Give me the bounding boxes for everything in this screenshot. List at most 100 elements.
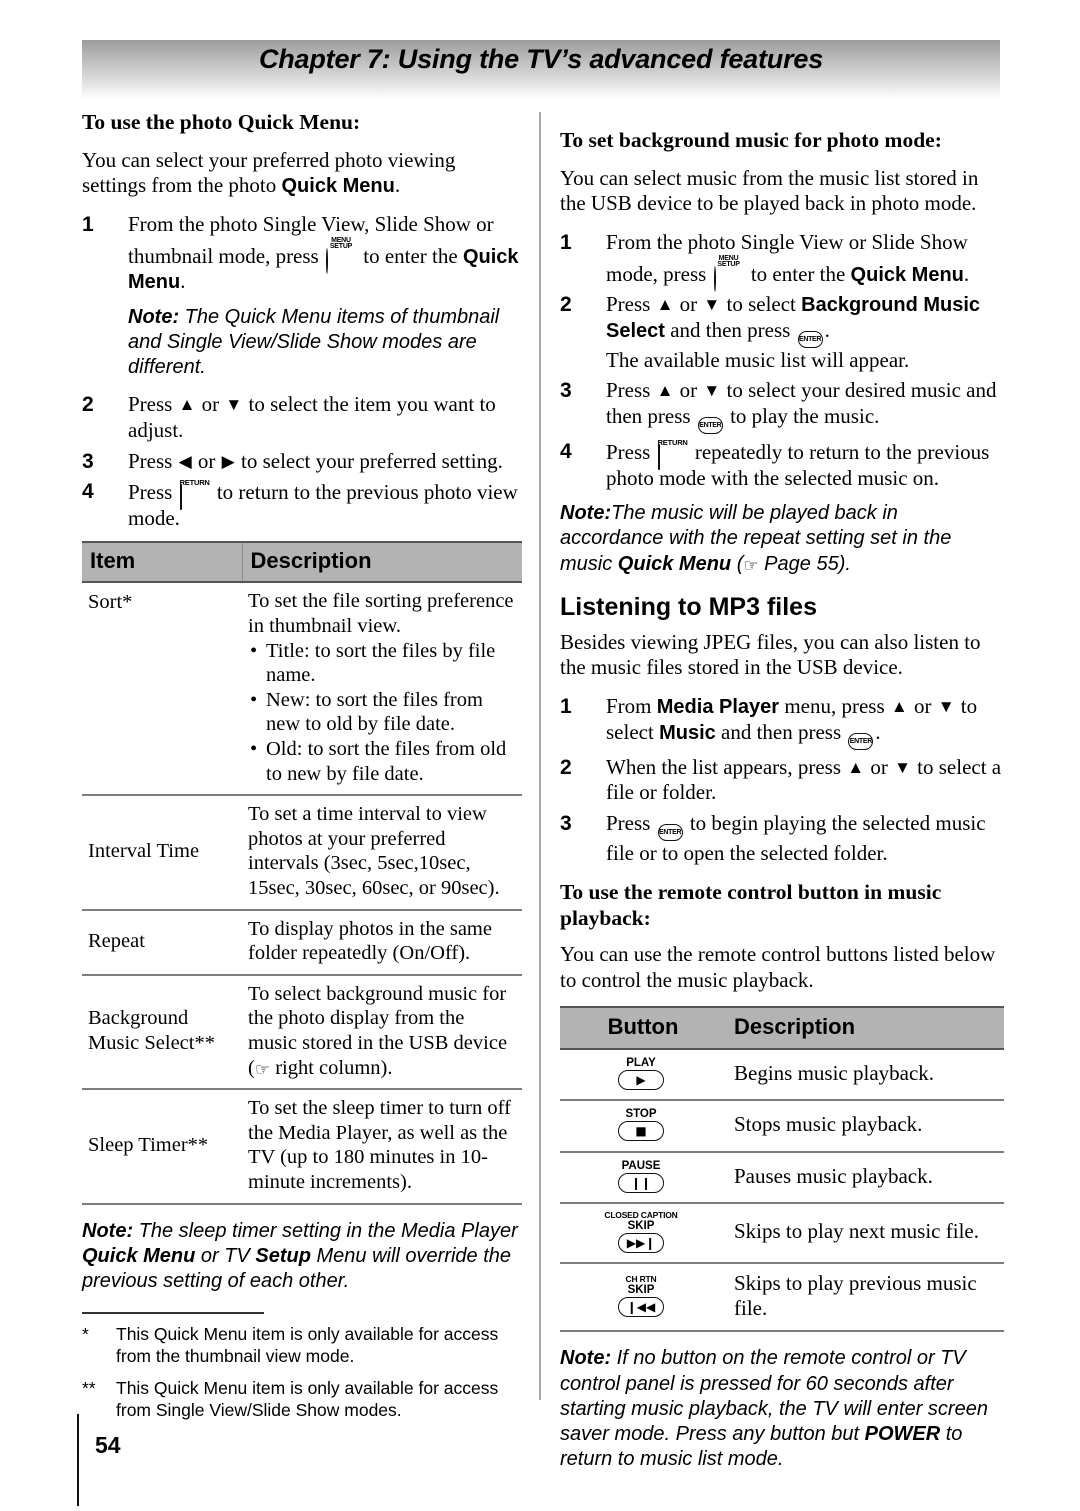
right-heading-remote-control: To use the remote control button in musi…	[560, 880, 942, 931]
footer-rule	[77, 1414, 79, 1506]
stop-button-icon: STOP ■	[618, 1108, 664, 1142]
step-text-3: .	[180, 269, 186, 294]
note-label: Note:	[560, 502, 612, 525]
sort-options-list: Title: to sort the files by file name. N…	[248, 639, 518, 787]
cell-description: To set a time interval to view photos at…	[242, 795, 522, 911]
button-secondary-label: CH RTN	[625, 1274, 657, 1285]
note-text-2: or TV	[195, 1244, 256, 1267]
page-number: 54	[95, 1432, 121, 1458]
step-number: 2	[560, 293, 572, 317]
step-bold-1: Media Player	[656, 696, 780, 719]
note-thumbnail-modes: Note: The Quick Menu items of thumbnail …	[128, 305, 522, 381]
step-number: 1	[560, 231, 572, 255]
arrow-up-icon: ▲	[890, 697, 908, 717]
note-screen-saver: Note: If no button on the remote control…	[560, 1346, 1004, 1472]
cell-description: Stops music playback.	[726, 1100, 1004, 1153]
step-item: 4 Press RETURN repeatedly to return to th…	[560, 439, 1004, 491]
step-number: 4	[82, 480, 94, 504]
table-row: PLAY ▶ Begins music playback.	[560, 1049, 1004, 1102]
table-row: Sleep Timer** To set the sleep timer to …	[82, 1089, 522, 1205]
note-bold-2: Setup	[255, 1244, 311, 1267]
footnote-single-asterisk: * This Quick Menu item is only available …	[82, 1323, 522, 1368]
note-label: Note:	[82, 1219, 134, 1242]
step-text-2: or	[674, 292, 703, 317]
cell-button: CLOSED CAPTION SKIP ▶▶❙	[560, 1202, 726, 1265]
button-secondary-label: CLOSED CAPTION	[604, 1209, 678, 1220]
step-text-2: to enter the	[357, 243, 463, 268]
step-text-3: or	[908, 694, 937, 719]
button-label: SKIP	[627, 1284, 655, 1297]
arrow-down-icon: ▼	[703, 381, 721, 401]
step-item: 1 From Media Player menu, press ▲ or ▼ to…	[560, 694, 1004, 750]
cell-button: CH RTN SKIP ❙◀◀	[560, 1263, 726, 1333]
menu-setup-icon: MENU SETUP	[713, 255, 744, 292]
step-number: 3	[82, 449, 94, 473]
list-item: Title: to sort the files by file name.	[248, 639, 518, 688]
arrow-up-icon: ▲	[178, 395, 196, 415]
footnote-divider	[82, 1312, 264, 1315]
cell-item: Sleep Timer**	[82, 1089, 242, 1205]
step-number: 2	[82, 393, 94, 417]
left-intro-paragraph: You can select your preferred photo view…	[82, 148, 522, 199]
step-item: 3 Press ENTER to begin playing the select…	[560, 811, 1004, 867]
step-text: Press	[606, 292, 656, 317]
step-item: 1 From the photo Single View, Slide Show …	[82, 212, 522, 380]
table-row: STOP ■ Stops music playback.	[560, 1100, 1004, 1153]
return-label: RETURN	[657, 438, 688, 448]
column-divider	[539, 112, 541, 1400]
step-number: 3	[560, 811, 572, 835]
step-item: 2 Press ▲ or ▼ to select the item you wan…	[82, 392, 522, 443]
right-intro-1: You can select music from the music list…	[560, 165, 979, 216]
step-text-3: .	[963, 261, 970, 286]
footnote-marker: **	[82, 1377, 96, 1398]
return-label: RETURN	[179, 478, 210, 488]
step-number: 1	[82, 213, 94, 237]
table-header-row: Item Description	[82, 541, 522, 584]
step-text: Press	[606, 440, 656, 465]
footnote-text: This Quick Menu item is only available f…	[116, 1324, 499, 1367]
pause-button-icon: PAUSE ❙❙	[618, 1160, 664, 1193]
step-item: 4 Press RETURN to return to the previous …	[82, 479, 522, 531]
table-row: CH RTN SKIP ❙◀◀ Skips to play previous m…	[560, 1263, 1004, 1333]
step-text-2: or	[865, 754, 894, 779]
skip-previous-button-icon: CH RTN SKIP ❙◀◀	[618, 1274, 664, 1318]
left-column: To use the photo Quick Menu: You can sel…	[82, 110, 522, 1431]
left-steps-list: 1 From the photo Single View, Slide Show …	[82, 212, 522, 531]
cell-description: Pauses music playback.	[726, 1151, 1004, 1204]
button-label: PAUSE	[621, 1159, 661, 1172]
return-button-icon: RETURN	[657, 438, 688, 471]
step-text: Press	[606, 810, 656, 835]
step-item: 2 Press ▲ or ▼ to select Background Music…	[560, 292, 1004, 373]
table-row: Repeat To display photos in the same fol…	[82, 909, 522, 976]
button-glyph: ■	[618, 1121, 664, 1142]
note-bold-1: Quick Menu	[617, 552, 732, 575]
menu-setup-icon: MENU SETUP	[325, 237, 356, 274]
step-text-6: .	[875, 719, 881, 744]
cell-button: PLAY ▶	[560, 1049, 726, 1102]
arrow-down-icon: ▼	[894, 757, 911, 777]
cell-description: To set the sleep timer to turn off the M…	[242, 1089, 522, 1205]
step-bold: Quick Menu	[850, 263, 964, 286]
button-label: SKIP	[627, 1219, 655, 1232]
step-text-3: to select	[721, 292, 802, 317]
note-bold-1: Quick Menu	[82, 1244, 196, 1267]
hand-pointer-icon: ☞	[743, 555, 759, 576]
button-glyph: ▶	[618, 1070, 664, 1091]
button-label: PLAY	[626, 1057, 656, 1070]
note-label: Note:	[128, 305, 180, 328]
manual-page: Chapter 7: Using the TV’s advanced featu…	[0, 0, 1080, 1511]
step-text-2: or	[674, 378, 703, 403]
step-item: 2 When the list appears, press ▲ or ▼ to …	[560, 755, 1004, 806]
step-text-4: to play the music.	[724, 404, 880, 429]
play-button-icon: PLAY ▶	[618, 1057, 664, 1091]
arrow-up-icon: ▲	[847, 757, 865, 777]
table-row: PAUSE ❙❙ Pauses music playback.	[560, 1151, 1004, 1204]
note-sleep-timer: Note: The sleep timer setting in the Med…	[82, 1219, 522, 1295]
enter-button-icon: ENTER	[657, 823, 683, 841]
table-row: Sort* To set the file sorting preference…	[82, 582, 522, 797]
table-header-row: Button Description	[560, 1006, 1004, 1051]
step-number: 1	[560, 695, 572, 719]
step-text: Press	[128, 480, 178, 505]
step-substep-text: The available music list will appear.	[606, 347, 910, 372]
return-button-icon: RETURN	[179, 478, 210, 511]
